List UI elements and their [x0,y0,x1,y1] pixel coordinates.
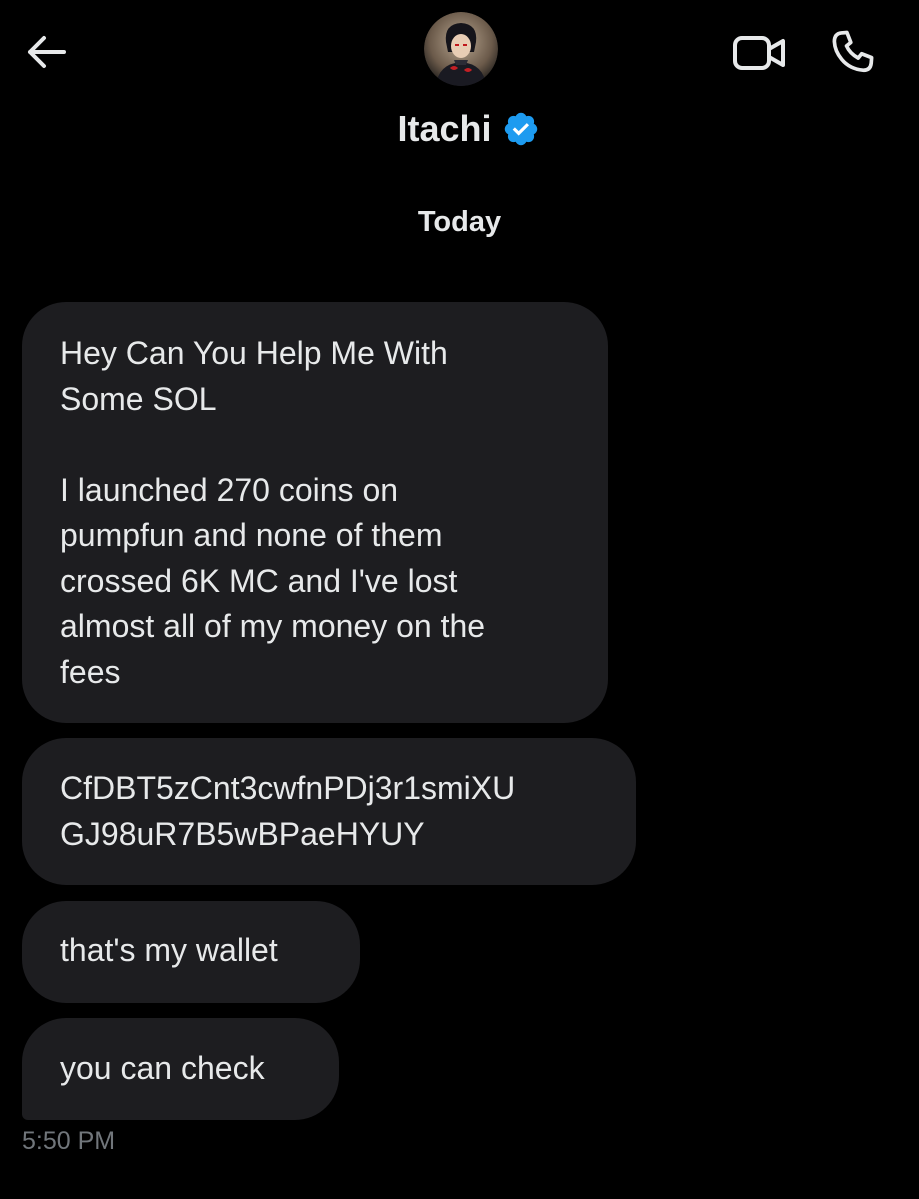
conversation-header: Itachi [0,0,919,180]
message-bubble[interactable]: CfDBT5zCnt3cwfnPDj3r1smiXU GJ98uR7B5wBPa… [22,738,636,885]
date-separator: Today [417,206,502,238]
avatar-image [424,12,498,86]
voice-call-button[interactable] [826,26,880,78]
phone-icon [832,30,874,73]
video-camera-icon [733,36,785,70]
back-button[interactable] [22,28,70,76]
contact-name: Itachi [397,108,492,149]
verified-badge-icon [502,110,540,148]
message-bubble[interactable]: that's my wallet [22,901,360,1003]
message-bubble[interactable]: Hey Can You Help Me With Some SOL I laun… [22,302,608,723]
message-timestamp: 5:50 PM [22,1127,116,1155]
contact-name-row[interactable]: Itachi [0,104,919,154]
message-bubble[interactable]: you can check [22,1018,339,1120]
arrow-left-icon [28,36,66,68]
video-call-button[interactable] [731,30,787,76]
avatar[interactable] [424,12,498,86]
